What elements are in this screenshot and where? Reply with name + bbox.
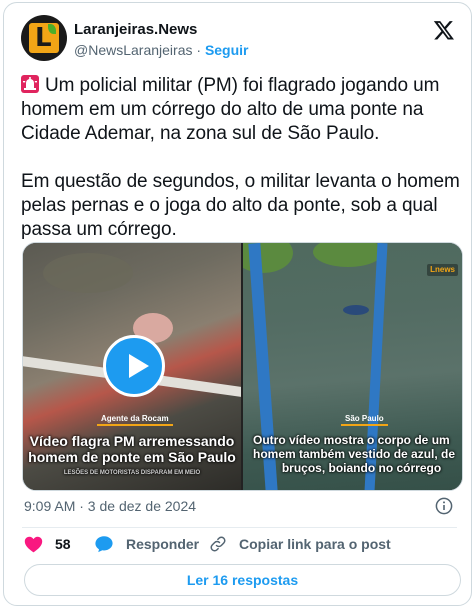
police-siren-icon (21, 75, 39, 93)
foliage (43, 253, 133, 293)
video-ticker: LESÕES DE MOTORISTAS DISPARAM EM MEIO (63, 470, 201, 476)
tweet-paragraph-2: Em questão de segundos, o militar levant… (21, 171, 460, 240)
video-thumbnail[interactable]: Agente da Rocam Vídeo flagra PM arremess… (23, 243, 241, 490)
avatar[interactable]: L (21, 15, 67, 61)
heart-icon (24, 536, 43, 553)
foliage (313, 243, 383, 267)
tweet-timestamp[interactable]: 9:09 AM · 3 de dez de 2024 (24, 498, 196, 514)
like-button[interactable]: 58 (24, 535, 71, 553)
copy-link-button[interactable]: Copiar link para o post (209, 535, 391, 553)
follow-button[interactable]: Seguir (205, 42, 249, 58)
video-caption-line-2: homem de ponte em São Paulo (28, 449, 236, 465)
reply-bubble-icon (95, 536, 113, 553)
reply-button[interactable]: Responder (94, 535, 199, 553)
play-icon (129, 354, 149, 378)
tweet-card: L Laranjeiras.News @NewsLaranjeiras · Se… (3, 2, 472, 606)
image-caption-line-2: homem também vestido de azul, de (253, 447, 456, 461)
play-button[interactable] (103, 335, 165, 397)
floating-body (343, 305, 369, 315)
divider (22, 527, 457, 528)
image-caption-line-1: Outro vídeo mostra o corpo de um (253, 433, 450, 447)
link-icon (210, 536, 226, 552)
tweet-header: L Laranjeiras.News @NewsLaranjeiras · Se… (21, 15, 457, 63)
author-handle-row: @NewsLaranjeiras · Seguir (74, 42, 249, 58)
like-count: 58 (55, 536, 71, 552)
author-name[interactable]: Laranjeiras.News (74, 21, 197, 38)
author-handle[interactable]: @NewsLaranjeiras (74, 42, 192, 58)
tweet-text: Um policial militar (PM) foi flagrado jo… (21, 74, 466, 266)
reply-label: Responder (126, 536, 200, 552)
video-tag: Agente da Rocam (97, 414, 173, 426)
image-caption-line-3: bruços, boiando no córrego (281, 461, 442, 475)
video-caption-line-1: Vídeo flagra PM arremessando (29, 433, 235, 449)
read-replies-button[interactable]: Ler 16 respostas (24, 564, 461, 596)
media-grid: Agente da Rocam Vídeo flagra PM arremess… (22, 242, 463, 491)
news-badge: Lnews (427, 264, 458, 276)
copy-link-label: Copiar link para o post (239, 536, 391, 552)
info-icon[interactable] (435, 497, 453, 515)
tweet-paragraph-1-text: Um policial militar (PM) foi flagrado jo… (21, 75, 440, 144)
image-tag: São Paulo (341, 414, 388, 426)
tweet-paragraph-1: Um policial militar (PM) foi flagrado jo… (21, 74, 466, 146)
x-logo-icon[interactable] (433, 19, 455, 41)
action-bar: 58 Responder Copiar link para o post (24, 535, 464, 557)
image-thumbnail[interactable]: Lnews São Paulo Outro vídeo mostra o cor… (243, 243, 462, 490)
handle-separator: · (192, 42, 205, 58)
